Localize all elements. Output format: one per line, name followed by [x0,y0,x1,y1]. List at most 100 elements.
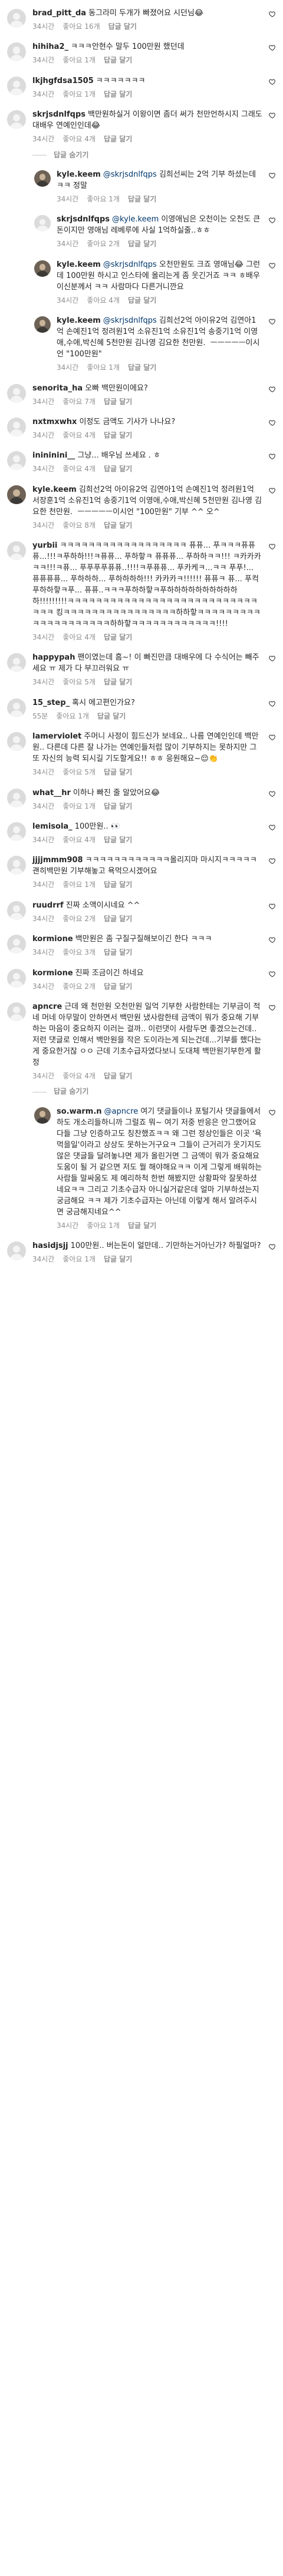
avatar[interactable] [7,1002,26,1021]
heart-icon[interactable] [269,44,276,51]
username-link[interactable]: kyle.keem [57,260,101,269]
heart-icon[interactable] [269,936,276,943]
username-link[interactable]: skrjsdnlfqps [32,110,85,119]
likes-count[interactable]: 좋아요 4개 [62,134,96,144]
username-link[interactable]: ruudrrf [32,901,64,910]
heart-icon[interactable] [269,172,276,179]
heart-icon[interactable] [269,1243,276,1250]
heart-icon[interactable] [269,1109,276,1116]
username-link[interactable]: what__hr [32,789,71,797]
comment-time[interactable]: 34시간 [57,296,78,306]
avatar[interactable] [7,76,26,95]
comment-time[interactable]: 34시간 [32,767,54,777]
reply-button[interactable]: 답글 달기 [104,55,132,65]
hide-replies-button[interactable]: 답글 숨기기 [0,149,283,164]
username-link[interactable]: lkjhgfdsa1505 [32,77,94,85]
reply-button[interactable]: 답글 달기 [97,711,126,721]
reply-button[interactable]: 답글 달기 [104,633,132,643]
comment-time[interactable]: 34시간 [57,1221,78,1231]
likes-count[interactable]: 좋아요 2개 [62,914,96,924]
likes-count[interactable]: 좋아요 2개 [87,239,120,249]
username-link[interactable]: yurbii [32,541,57,550]
username-link[interactable]: inininini__ [32,451,75,460]
reply-button[interactable]: 답글 달기 [104,1071,132,1081]
heart-icon[interactable] [269,318,276,325]
avatar[interactable] [7,856,26,875]
username-link[interactable]: happypah [32,653,75,662]
heart-icon[interactable] [269,78,276,85]
likes-count[interactable]: 좋아요 4개 [62,1071,96,1081]
reply-button[interactable]: 답글 달기 [128,363,156,373]
likes-count[interactable]: 좋아요 4개 [62,464,96,474]
username-link[interactable]: 15_step_ [32,698,70,707]
reply-button[interactable]: 답글 달기 [104,431,132,441]
avatar[interactable] [7,383,26,403]
reply-button[interactable]: 답글 달기 [104,982,132,992]
avatar[interactable] [7,541,26,561]
avatar[interactable] [34,215,51,232]
likes-count[interactable]: 좋아요 1개 [87,194,120,204]
username-link[interactable]: senorita_ha [32,384,83,393]
avatar[interactable] [7,788,26,807]
likes-count[interactable]: 좋아요 5개 [62,677,96,687]
heart-icon[interactable] [269,112,276,119]
avatar[interactable] [7,822,26,842]
comment-time[interactable]: 34시간 [32,677,54,687]
likes-count[interactable]: 좋아요 1개 [62,802,96,812]
reply-button[interactable]: 답글 달기 [104,464,132,474]
username-link[interactable]: kormione [32,969,73,978]
avatar[interactable] [7,968,26,988]
avatar[interactable] [7,698,26,717]
heart-icon[interactable] [269,11,276,18]
comment-time[interactable]: 34시간 [57,363,78,373]
username-link[interactable]: jjjjmmm908 [32,856,83,865]
reply-button[interactable]: 답글 달기 [128,194,156,204]
likes-count[interactable]: 좋아요 4개 [62,633,96,643]
likes-count[interactable]: 좋아요 4개 [87,296,120,306]
comment-time[interactable]: 34시간 [32,431,54,441]
comment-time[interactable]: 34시간 [32,464,54,474]
likes-count[interactable]: 좋아요 8개 [62,521,96,531]
avatar[interactable] [7,417,26,436]
heart-icon[interactable] [269,971,276,978]
reply-button[interactable]: 답글 달기 [104,677,132,687]
comment-time[interactable]: 34시간 [32,55,54,65]
reply-button[interactable]: 답글 달기 [104,802,132,812]
avatar[interactable] [34,170,51,187]
reply-button[interactable]: 답글 달기 [104,767,132,777]
heart-icon[interactable] [269,700,276,707]
heart-icon[interactable] [269,790,276,797]
comment-time[interactable]: 34시간 [32,835,54,845]
likes-count[interactable]: 좋아요 1개 [62,1254,96,1264]
comment-time[interactable]: 34시간 [32,134,54,144]
heart-icon[interactable] [269,543,276,550]
heart-icon[interactable] [269,824,276,831]
likes-count[interactable]: 좋아요 1개 [62,55,96,65]
reply-button[interactable]: 답글 달기 [104,90,132,100]
username-link[interactable]: lemisola_ [32,822,73,831]
avatar[interactable] [34,316,51,333]
avatar[interactable] [34,260,51,277]
avatar[interactable] [34,1107,51,1124]
likes-count[interactable]: 좋아요 1개 [62,90,96,100]
heart-icon[interactable] [269,419,276,426]
heart-icon[interactable] [269,655,276,662]
username-link[interactable]: kyle.keem [57,316,101,325]
likes-count[interactable]: 좋아요 16개 [62,22,100,32]
likes-count[interactable]: 좋아요 7개 [62,397,96,407]
heart-icon[interactable] [269,217,276,224]
comment-time[interactable]: 34시간 [32,1254,54,1264]
username-link[interactable]: hihiha2_ [32,42,68,51]
username-link[interactable]: apncre [32,1002,62,1011]
likes-count[interactable]: 좋아요 2개 [62,982,96,992]
reply-button[interactable]: 답글 달기 [104,1254,132,1264]
likes-count[interactable]: 좋아요 5개 [62,767,96,777]
comment-time[interactable]: 34시간 [32,1071,54,1081]
mention-link[interactable]: @skrjsdnlfqps [103,316,157,325]
mention-link[interactable]: @skrjsdnlfqps [103,260,157,269]
avatar[interactable] [7,485,26,504]
comment-time[interactable]: 34시간 [32,802,54,812]
comment-time[interactable]: 34시간 [32,22,54,32]
reply-button[interactable]: 답글 달기 [104,134,132,144]
avatar[interactable] [7,1241,26,1261]
